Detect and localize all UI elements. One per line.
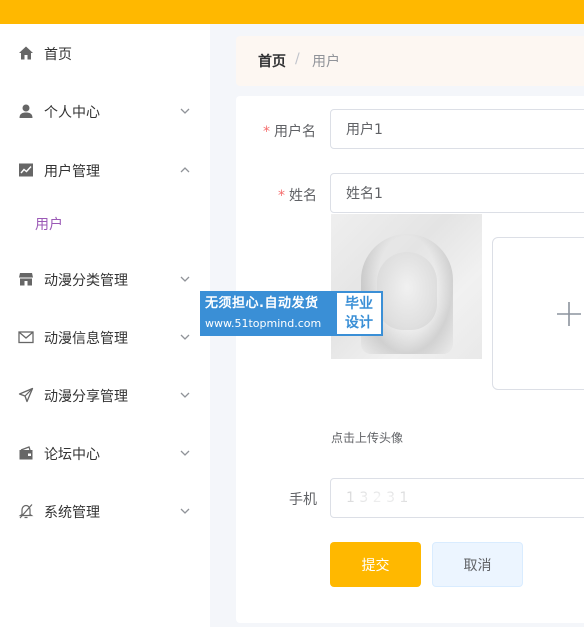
username-input[interactable] xyxy=(330,109,584,149)
wallet-icon xyxy=(18,445,34,461)
watermark-url: www.51topmind.com xyxy=(205,317,322,330)
sidebar-item-profile[interactable]: 个人中心 xyxy=(0,91,210,131)
sidebar-item-user-management[interactable]: 用户管理 xyxy=(0,150,210,190)
sidebar-item-label: 系统管理 xyxy=(44,505,100,521)
sidebar-item-anime-share[interactable]: 动漫分享管理 xyxy=(0,375,210,415)
name-input[interactable] xyxy=(330,173,584,213)
sidebar-item-label: 动漫分享管理 xyxy=(44,389,128,405)
chevron-down-icon xyxy=(178,446,192,460)
watermark-slogan: 无须担心.自动发货 xyxy=(205,296,319,311)
message-icon xyxy=(18,329,34,345)
plus-icon xyxy=(556,301,582,327)
chevron-down-icon xyxy=(178,330,192,344)
watermark-badge: 毕业 设计 xyxy=(335,291,383,336)
chevron-up-icon xyxy=(178,163,192,177)
sidebar-item-system[interactable]: 系统管理 xyxy=(0,491,210,531)
avatar-uploader[interactable] xyxy=(492,237,584,390)
required-asterisk: * xyxy=(278,188,285,204)
top-bar xyxy=(0,0,584,24)
breadcrumb: 首页 / 用户 xyxy=(236,36,584,86)
sidebar-item-label: 用户管理 xyxy=(44,164,100,180)
send-icon xyxy=(18,387,34,403)
chevron-down-icon xyxy=(178,104,192,118)
upload-tip: 点击上传头像 xyxy=(331,431,404,445)
breadcrumb-home[interactable]: 首页 xyxy=(258,51,286,71)
user-icon xyxy=(18,103,34,119)
name-label: * 姓名 xyxy=(278,188,317,204)
breadcrumb-current: 用户 xyxy=(312,54,340,70)
sidebar-item-label: 首页 xyxy=(44,47,72,63)
sidebar-item-label: 论坛中心 xyxy=(44,447,100,463)
sidebar-item-label: 个人中心 xyxy=(44,105,100,121)
avatar-preview[interactable] xyxy=(331,214,482,359)
sidebar-item-anime-info[interactable]: 动漫信息管理 xyxy=(0,317,210,357)
sidebar-item-home[interactable]: 首页 xyxy=(0,33,210,73)
sidebar-item-label: 动漫分类管理 xyxy=(44,273,128,289)
username-label: * 用户名 xyxy=(263,124,316,140)
submenu-item-user[interactable]: 用户 xyxy=(0,203,210,243)
shop-icon xyxy=(18,271,34,287)
watermark-overlay: 无须担心.自动发货 www.51topmind.com 毕业 设计 xyxy=(200,291,383,336)
sidebar-item-forum[interactable]: 论坛中心 xyxy=(0,433,210,473)
sidebar-item-anime-category[interactable]: 动漫分类管理 xyxy=(0,259,210,299)
cancel-button[interactable]: 取消 xyxy=(432,542,523,587)
phone-label: 手机 xyxy=(289,492,317,508)
chevron-down-icon xyxy=(178,504,192,518)
phone-input[interactable] xyxy=(330,478,584,518)
sidebar-item-label: 动漫信息管理 xyxy=(44,331,128,347)
chart-line-icon xyxy=(18,162,34,178)
breadcrumb-separator: / xyxy=(295,51,300,67)
required-asterisk: * xyxy=(263,124,270,140)
chevron-down-icon xyxy=(178,388,192,402)
home-icon xyxy=(18,45,34,61)
bell-off-icon xyxy=(18,503,34,519)
chevron-down-icon xyxy=(178,272,192,286)
submit-button[interactable]: 提交 xyxy=(330,542,421,587)
submenu-item-label: 用户 xyxy=(35,217,63,233)
